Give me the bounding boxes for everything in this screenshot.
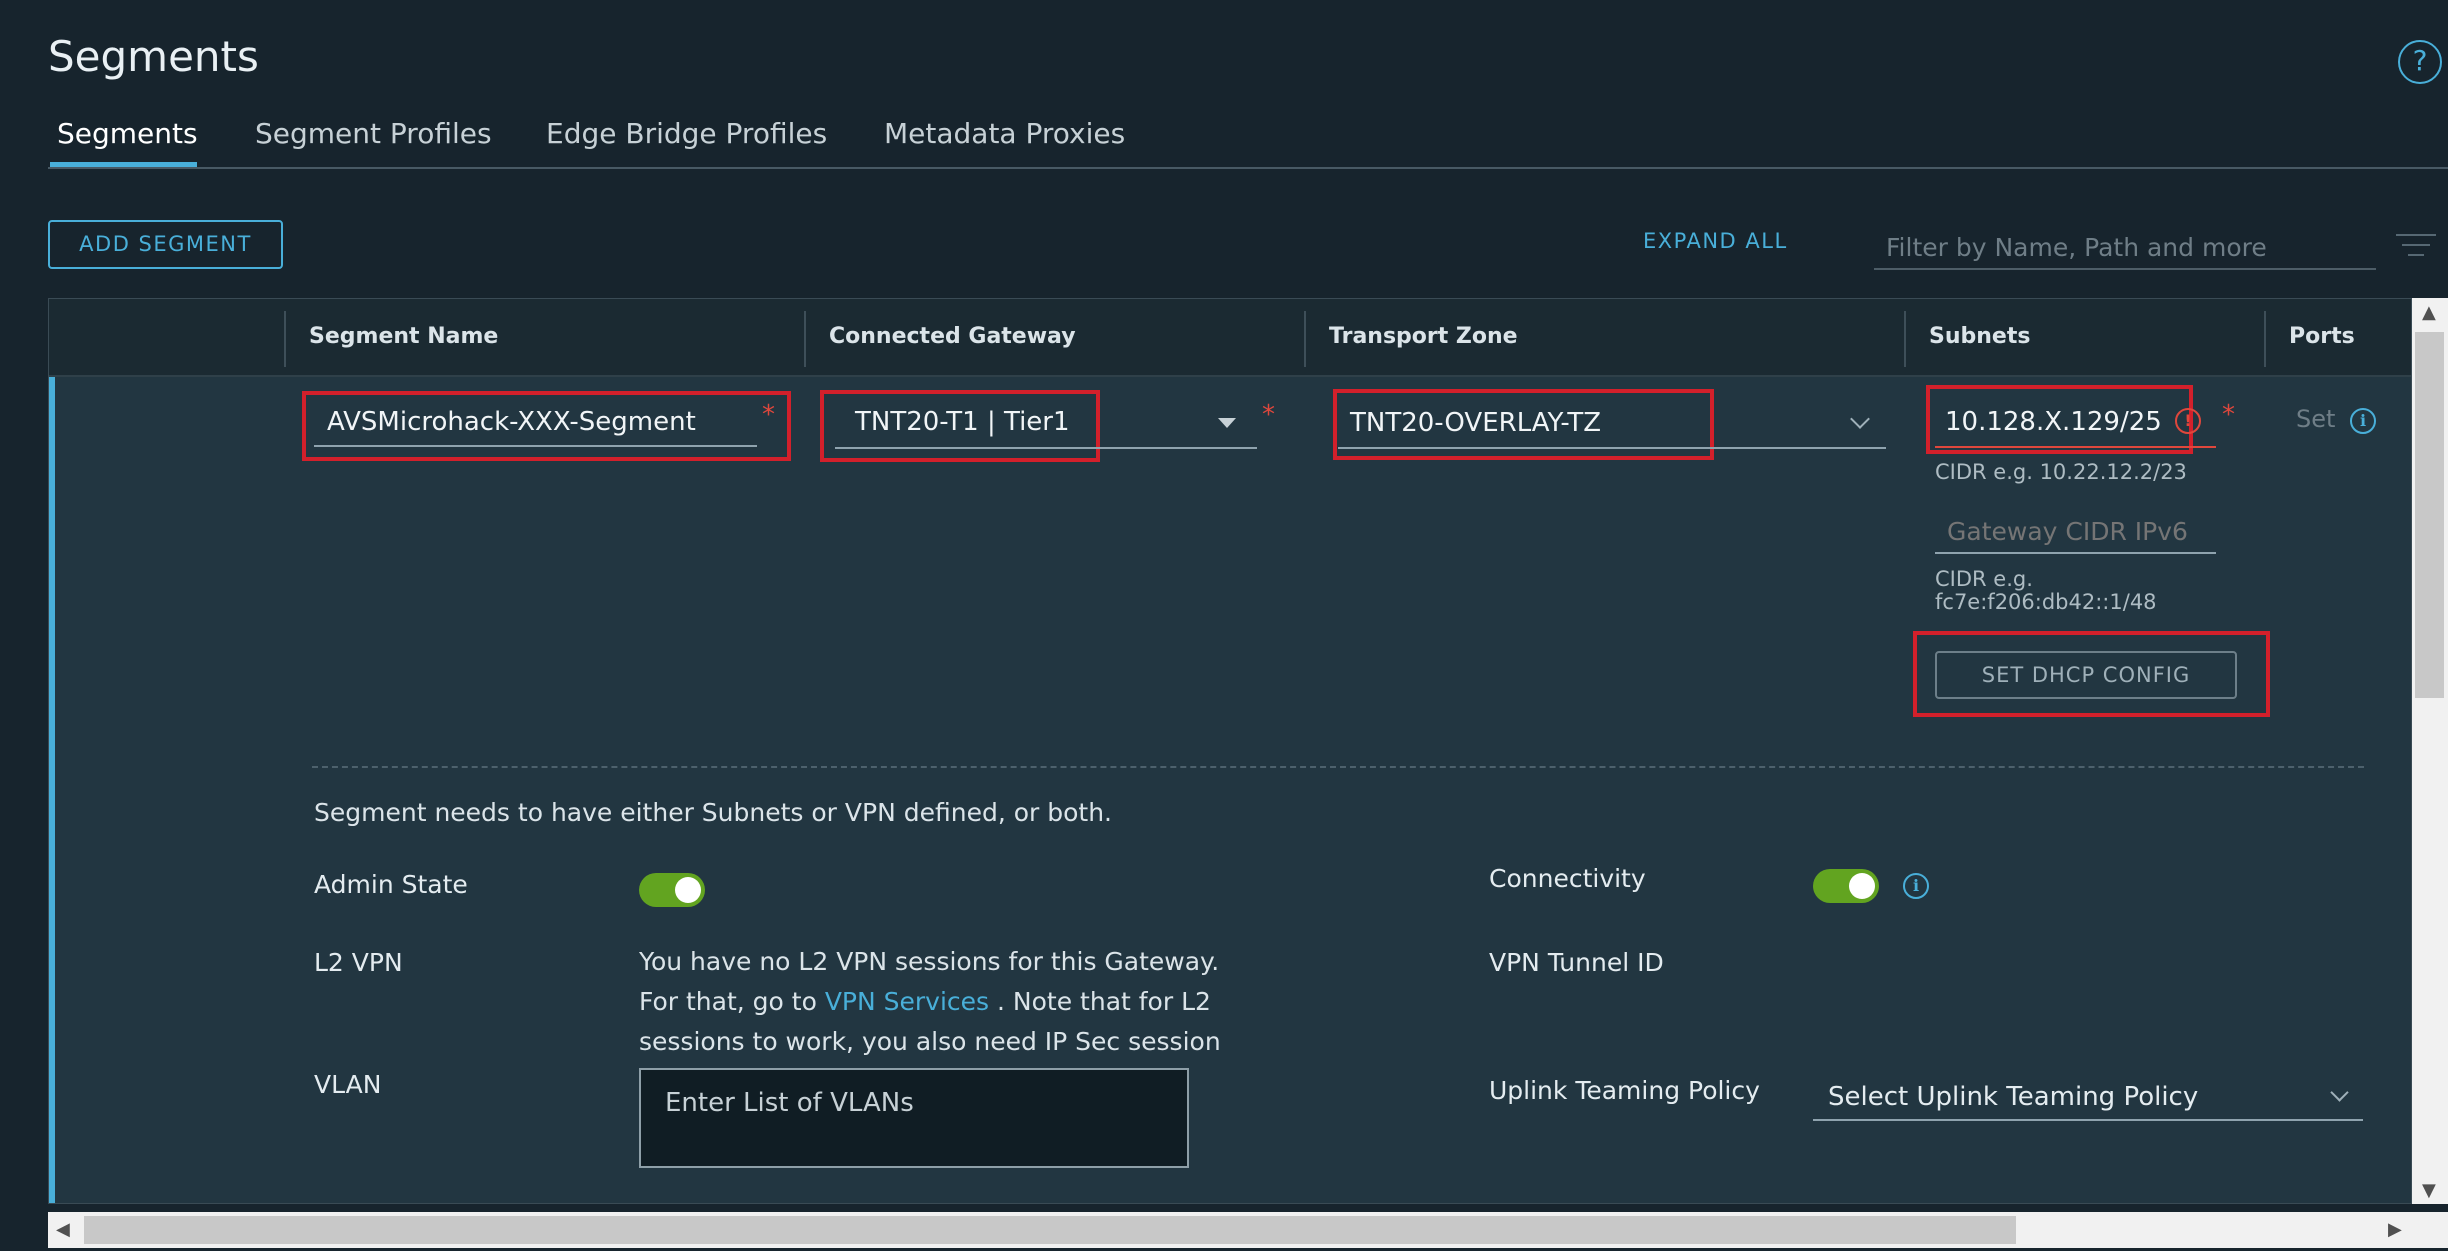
scroll-left-arrow-icon[interactable]: ◀ [56, 1219, 70, 1240]
column-divider [284, 311, 286, 367]
vlan-input[interactable]: Enter List of VLANs [639, 1068, 1189, 1168]
column-divider [1304, 311, 1306, 367]
column-header-segment-name: Segment Name [309, 324, 499, 349]
add-segment-button[interactable]: ADD SEGMENT [48, 220, 283, 269]
gateway-cidr-ipv6-input[interactable] [1935, 510, 2216, 554]
info-icon[interactable]: i [2350, 408, 2376, 434]
uplink-teaming-policy-label: Uplink Teaming Policy [1489, 1076, 1760, 1105]
segment-name-underline [314, 445, 757, 447]
l2-vpn-line-2-suffix: . Note that for L2 [989, 987, 1211, 1016]
tab-edge-bridge-profiles[interactable]: Edge Bridge Profiles [546, 117, 827, 150]
scroll-up-arrow-icon[interactable]: ▲ [2422, 302, 2436, 323]
error-icon: ! [2175, 408, 2201, 434]
required-marker: * [762, 400, 775, 430]
vlan-label: VLAN [314, 1070, 382, 1099]
help-icon[interactable]: ? [2398, 40, 2442, 84]
column-header-ports: Ports [2289, 324, 2355, 349]
set-dhcp-config-button[interactable]: SET DHCP CONFIG [1935, 651, 2237, 699]
l2-vpn-line-3: sessions to work, you also need IP Sec s… [639, 1027, 1221, 1056]
transport-zone-underline [1338, 447, 1886, 449]
tab-segment-profiles[interactable]: Segment Profiles [255, 117, 492, 150]
page-title: Segments [48, 32, 259, 81]
expand-all-button[interactable]: EXPAND ALL [1643, 229, 1788, 253]
connected-gateway-select[interactable]: TNT20-T1 | Tier1 [855, 407, 1070, 437]
scroll-right-arrow-icon[interactable]: ▶ [2388, 1219, 2402, 1240]
scroll-down-arrow-icon[interactable]: ▼ [2422, 1180, 2436, 1201]
admin-state-label: Admin State [314, 870, 468, 899]
grid-header: Segment Name Connected Gateway Transport… [49, 299, 2411, 377]
info-icon[interactable]: i [1903, 873, 1929, 899]
subnet-hint: CIDR e.g. 10.22.12.2/23 [1935, 460, 2187, 484]
l2-vpn-label: L2 VPN [314, 948, 403, 977]
ipv6-hint-line-2: fc7e:f206:db42::1/48 [1935, 590, 2157, 614]
column-divider [1904, 311, 1906, 367]
required-marker: * [2222, 400, 2235, 430]
transport-zone-select[interactable]: TNT20-OVERLAY-TZ [1350, 408, 1601, 438]
filter-icon[interactable] [2396, 232, 2436, 258]
connectivity-toggle[interactable] [1813, 869, 1879, 903]
tab-metadata-proxies[interactable]: Metadata Proxies [884, 117, 1125, 150]
uplink-teaming-policy-select[interactable]: Select Uplink Teaming Policy [1828, 1082, 2198, 1112]
column-header-connected-gateway: Connected Gateway [829, 324, 1076, 349]
subnet-vpn-notice: Segment needs to have either Subnets or … [314, 798, 1112, 827]
row-accent-bar [49, 377, 55, 1203]
subnet-underline-error [1935, 446, 2216, 448]
tabs-divider [48, 167, 2448, 169]
column-header-transport-zone: Transport Zone [1329, 324, 1518, 349]
ports-set-link[interactable]: Set [2296, 405, 2335, 433]
l2-vpn-line-1: You have no L2 VPN sessions for this Gat… [639, 947, 1220, 976]
column-divider [804, 311, 806, 367]
vpn-tunnel-id-label: VPN Tunnel ID [1489, 948, 1664, 977]
segment-name-input[interactable]: AVSMicrohack-XXX-Segment [327, 407, 696, 437]
subnet-input[interactable]: 10.128.X.129/25 [1945, 407, 2162, 437]
required-marker: * [1262, 400, 1275, 430]
admin-state-toggle[interactable] [639, 873, 705, 907]
ipv6-hint-line-1: CIDR e.g. [1935, 567, 2033, 591]
connectivity-label: Connectivity [1489, 864, 1646, 893]
uplink-select-underline [1813, 1119, 2363, 1121]
vpn-services-link[interactable]: VPN Services [825, 987, 989, 1016]
active-tab-indicator [50, 162, 197, 167]
section-divider [312, 766, 2364, 768]
l2-vpn-message: You have no L2 VPN sessions for this Gat… [639, 942, 1221, 1062]
segment-row-expanded [55, 377, 2411, 1203]
l2-vpn-line-2-prefix: For that, go to [639, 987, 825, 1016]
filter-input[interactable] [1874, 226, 2376, 270]
tab-segments[interactable]: Segments [57, 117, 198, 150]
vertical-scroll-thumb[interactable] [2415, 332, 2444, 698]
caret-down-icon[interactable] [1218, 418, 1236, 428]
connected-gateway-underline [835, 447, 1257, 449]
column-divider [2264, 311, 2266, 367]
l2-vpn-line-2: For that, go to VPN Services . Note that… [639, 982, 1221, 1022]
column-header-subnets: Subnets [1929, 324, 2031, 349]
horizontal-scroll-thumb[interactable] [84, 1216, 2016, 1244]
ipv6-hint: CIDR e.g. fc7e:f206:db42::1/48 [1935, 568, 2157, 614]
